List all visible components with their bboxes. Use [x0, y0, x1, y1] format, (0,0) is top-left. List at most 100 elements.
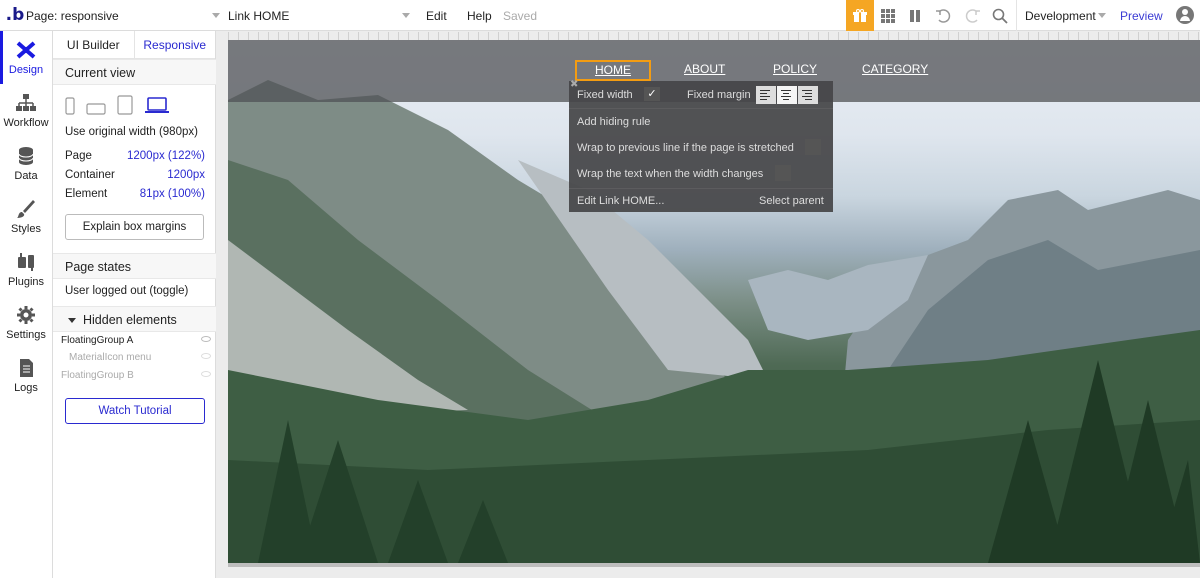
nav-design-label: Design [8, 64, 44, 76]
document-icon [20, 359, 33, 377]
database-icon [18, 147, 34, 165]
responsive-properties-popup: ✖ Fixed width ✓ Fixed margin Add hiding … [569, 79, 833, 212]
account-icon[interactable] [1176, 6, 1194, 24]
nav-settings[interactable]: Settings [0, 296, 52, 349]
search-icon[interactable] [991, 7, 1009, 25]
page-width-row: Page 1200px (122%) [65, 150, 205, 162]
element-dropdown[interactable]: Link HOME [228, 0, 412, 31]
preview-link[interactable]: Preview [1120, 9, 1163, 23]
explain-box-margins-button[interactable]: Explain box margins [65, 214, 204, 240]
select-parent-link[interactable]: Select parent [759, 195, 824, 207]
left-navigation: Design Workflow Data Styles Plugins Sett… [0, 31, 53, 578]
container-width-row: Container 1200px [65, 169, 205, 181]
watch-tutorial-button[interactable]: Watch Tutorial [65, 398, 205, 424]
nav-link-about[interactable]: ABOUT [684, 62, 725, 76]
nav-styles-label: Styles [11, 223, 41, 235]
tree-item-label: FloatingGroup B [61, 370, 134, 381]
popup-divider [569, 188, 833, 189]
nav-design[interactable]: Design [0, 31, 52, 84]
page-width-value[interactable]: 1200px (122%) [127, 150, 205, 162]
popup-divider [569, 108, 833, 109]
tree-item-floatinggroup-a[interactable]: FloatingGroup A [61, 335, 211, 346]
user-logged-out-toggle[interactable]: User logged out (toggle) [65, 285, 205, 297]
add-hiding-rule-link[interactable]: Add hiding rule [577, 116, 650, 128]
wrap-previous-label: Wrap to previous line if the page is str… [577, 142, 794, 154]
nav-plugins[interactable]: Plugins [0, 243, 52, 296]
tablet-icon[interactable] [117, 95, 133, 115]
eye-icon[interactable] [201, 336, 211, 342]
element-dropdown-label: Link HOME [228, 8, 290, 23]
fixed-width-checkbox[interactable]: ✓ [644, 87, 660, 101]
nav-workflow[interactable]: Workflow [0, 84, 52, 137]
wrap-text-checkbox[interactable] [775, 165, 791, 181]
help-menu[interactable]: Help [467, 9, 492, 23]
gear-icon [17, 306, 35, 324]
nav-link-category[interactable]: CATEGORY [862, 62, 928, 76]
nav-workflow-label: Workflow [3, 117, 49, 129]
chevron-down-icon [212, 13, 220, 18]
undo-icon[interactable] [934, 7, 952, 25]
tree-item-materialicon-menu[interactable]: MaterialIcon menu [61, 352, 211, 363]
nav-link-policy[interactable]: POLICY [773, 62, 817, 76]
element-width-row: Element 81px (100%) [65, 188, 205, 200]
plug-icon [18, 253, 34, 271]
user-logged-out-label: User logged out (toggle) [65, 285, 189, 297]
tree-item-label: MaterialIcon menu [69, 352, 152, 363]
brush-icon [17, 200, 35, 218]
tree-item-floatinggroup-b[interactable]: FloatingGroup B [61, 370, 211, 381]
nav-styles[interactable]: Styles [0, 190, 52, 243]
saved-status: Saved [503, 9, 538, 23]
fixed-margin-label: Fixed margin [687, 89, 751, 101]
eye-icon[interactable] [201, 371, 211, 377]
pause-icon[interactable] [906, 7, 924, 25]
nav-data-label: Data [14, 170, 38, 182]
gift-icon[interactable] [846, 0, 874, 31]
align-right-icon[interactable] [798, 86, 818, 104]
grid-icon[interactable] [879, 7, 897, 25]
device-selector [65, 95, 170, 115]
responsive-panel: UI Builder Responsive Current view Use o… [53, 31, 216, 578]
nav-settings-label: Settings [6, 329, 46, 341]
nav-plugins-label: Plugins [7, 276, 45, 288]
design-icon [16, 41, 36, 59]
element-width-value[interactable]: 81px (100%) [140, 188, 205, 200]
tab-ui-builder[interactable]: UI Builder [53, 31, 134, 58]
nav-logs-label: Logs [14, 382, 38, 394]
environment-dropdown[interactable]: Development [1016, 0, 1108, 31]
redo-icon[interactable] [964, 7, 982, 25]
hidden-elements-heading[interactable]: Hidden elements [53, 306, 216, 332]
hidden-elements-label: Hidden elements [83, 313, 177, 327]
workflow-icon [16, 94, 36, 111]
page-dropdown-label: Page: responsive [26, 8, 119, 23]
page-states-heading: Page states [53, 253, 216, 279]
align-center-icon[interactable] [777, 86, 797, 104]
page-dropdown[interactable]: Page: responsive [26, 0, 222, 31]
wrap-previous-checkbox[interactable] [805, 139, 821, 155]
align-left-icon[interactable] [756, 86, 776, 104]
eye-icon[interactable] [201, 353, 211, 359]
page-width-label: Page [65, 150, 92, 162]
use-original-width-label: Use original width (980px) [65, 126, 198, 138]
bubble-logo[interactable]: .b [4, 5, 26, 25]
laptop-icon[interactable] [144, 97, 170, 115]
tab-responsive[interactable]: Responsive [133, 31, 215, 58]
nav-logs[interactable]: Logs [0, 349, 52, 402]
alignment-buttons [756, 86, 819, 104]
caret-down-icon [68, 318, 76, 323]
edit-menu[interactable]: Edit [426, 9, 447, 23]
container-width-value[interactable]: 1200px [167, 169, 205, 181]
chevron-down-icon [402, 13, 410, 18]
panel-tabs: UI Builder Responsive [53, 31, 215, 59]
horizontal-ruler [228, 32, 1200, 40]
nav-data[interactable]: Data [0, 137, 52, 190]
use-original-width[interactable]: Use original width (980px) [65, 126, 205, 138]
phone-landscape-icon[interactable] [86, 103, 106, 115]
edit-link-home[interactable]: Edit Link HOME... [577, 195, 664, 207]
phone-portrait-icon[interactable] [65, 97, 75, 115]
top-toolbar: .b Page: responsive Link HOME Edit Help … [0, 0, 1200, 31]
nav-link-home[interactable]: HOME [575, 60, 651, 81]
chevron-down-icon [1098, 13, 1106, 18]
element-width-label: Element [65, 188, 108, 200]
wrap-text-label: Wrap the text when the width changes [577, 168, 764, 180]
container-width-label: Container [65, 169, 115, 181]
